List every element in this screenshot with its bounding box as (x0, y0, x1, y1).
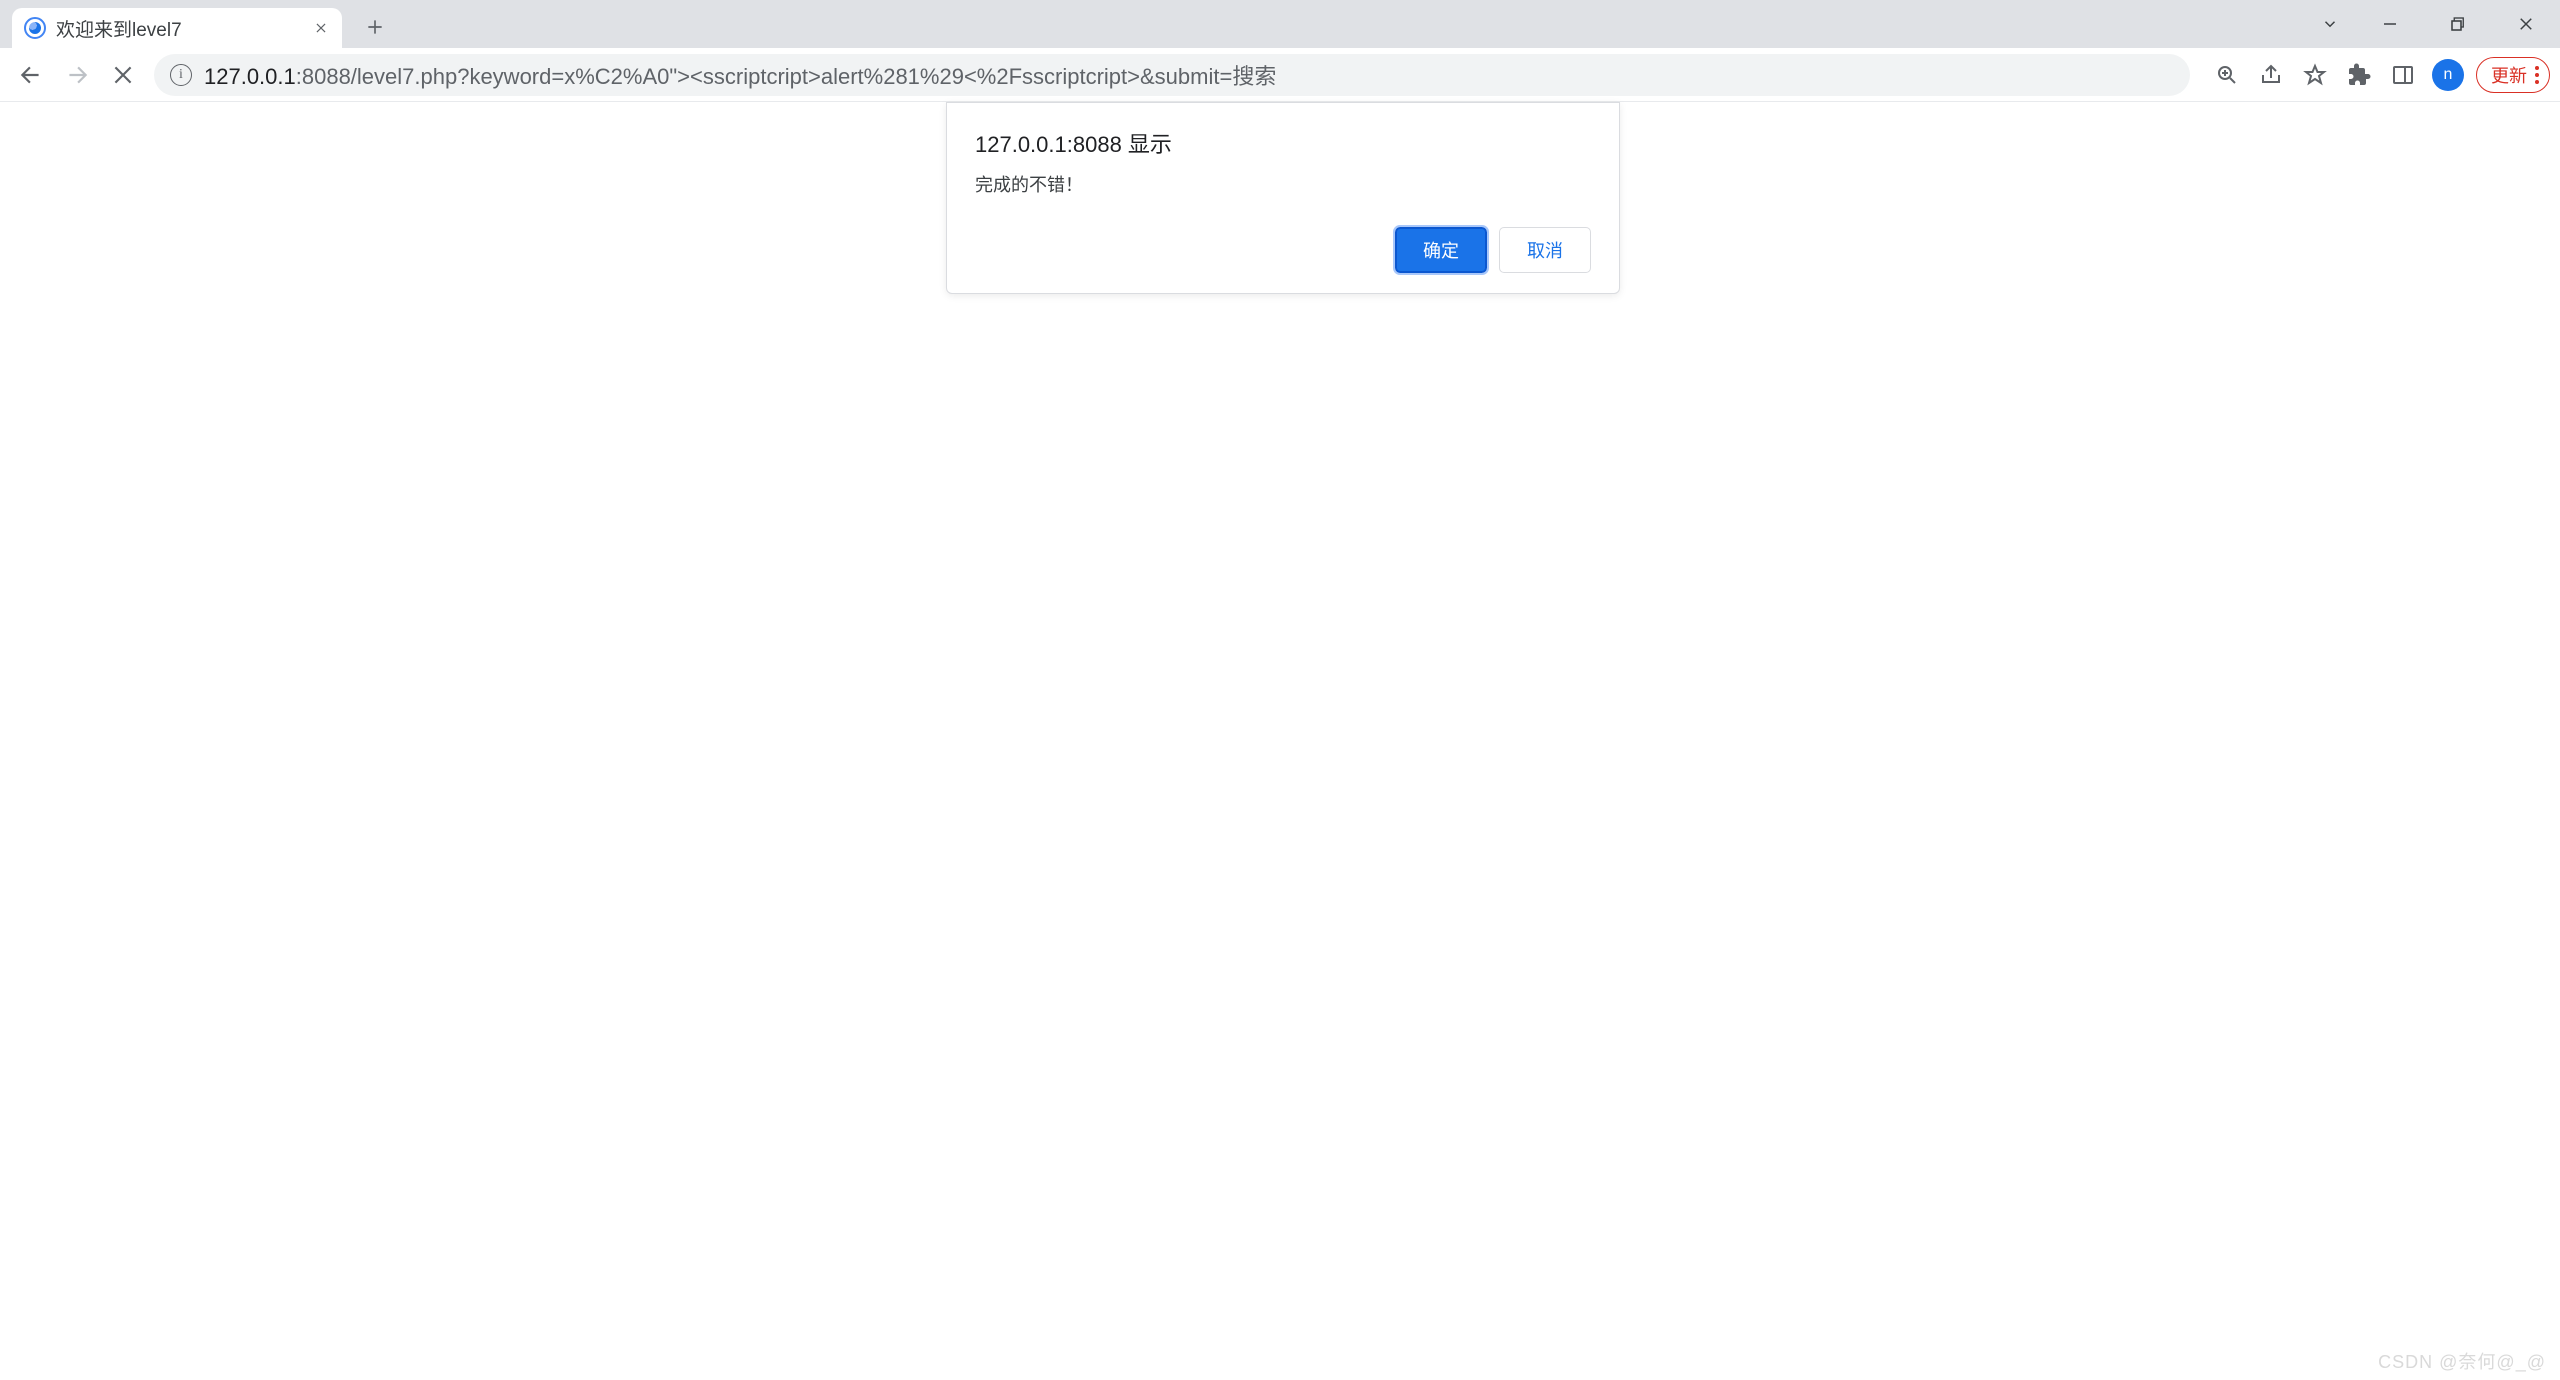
tab-title: 欢迎来到level7 (56, 15, 302, 42)
ok-label: 确定 (1423, 237, 1459, 263)
watermark: CSDN @奈何@_@ (2378, 1348, 2546, 1374)
close-tab-icon[interactable] (312, 19, 330, 37)
browser-window: 欢迎来到level7 (0, 0, 2560, 1380)
js-alert-dialog: 127.0.0.1:8088 显示 完成的不错！ 确定 取消 (946, 102, 1620, 294)
tab-search-button[interactable] (2304, 0, 2356, 48)
toolbar-right: n 更新 (2206, 54, 2550, 96)
site-info-icon[interactable]: i (170, 64, 192, 86)
stop-button[interactable] (102, 54, 144, 96)
profile-avatar[interactable]: n (2432, 59, 2464, 91)
update-label: 更新 (2491, 62, 2527, 88)
back-button[interactable] (10, 54, 52, 96)
url-host: 127.0.0.1 (204, 64, 296, 89)
menu-dots-icon (2535, 66, 2539, 84)
sidepanel-icon[interactable] (2382, 54, 2424, 96)
tab-favicon (24, 17, 46, 39)
window-controls (2304, 0, 2560, 48)
tabstrip: 欢迎来到level7 (0, 0, 2560, 48)
zoom-icon[interactable] (2206, 54, 2248, 96)
minimize-button[interactable] (2356, 0, 2424, 48)
dialog-message: 完成的不错！ (975, 171, 1591, 197)
browser-tab[interactable]: 欢迎来到level7 (12, 8, 342, 48)
cancel-label: 取消 (1527, 237, 1563, 263)
dialog-cancel-button[interactable]: 取消 (1499, 227, 1591, 273)
close-window-button[interactable] (2492, 0, 2560, 48)
avatar-letter: n (2444, 66, 2453, 84)
bookmark-icon[interactable] (2294, 54, 2336, 96)
url-path: :8088/level7.php?keyword=x%C2%A0"><sscri… (296, 64, 1277, 89)
new-tab-button[interactable] (356, 8, 394, 46)
dialog-ok-button[interactable]: 确定 (1395, 227, 1487, 273)
url-text: 127.0.0.1:8088/level7.php?keyword=x%C2%A… (204, 59, 1276, 91)
update-button[interactable]: 更新 (2476, 57, 2550, 93)
extensions-icon[interactable] (2338, 54, 2380, 96)
maximize-button[interactable] (2424, 0, 2492, 48)
page-content: 127.0.0.1:8088 显示 完成的不错！ 确定 取消 CSDN @奈何@… (0, 102, 2560, 1380)
dialog-buttons: 确定 取消 (975, 227, 1591, 273)
share-icon[interactable] (2250, 54, 2292, 96)
address-bar[interactable]: i 127.0.0.1:8088/level7.php?keyword=x%C2… (154, 54, 2190, 96)
dialog-title: 127.0.0.1:8088 显示 (975, 127, 1591, 159)
toolbar: i 127.0.0.1:8088/level7.php?keyword=x%C2… (0, 48, 2560, 102)
forward-button[interactable] (56, 54, 98, 96)
